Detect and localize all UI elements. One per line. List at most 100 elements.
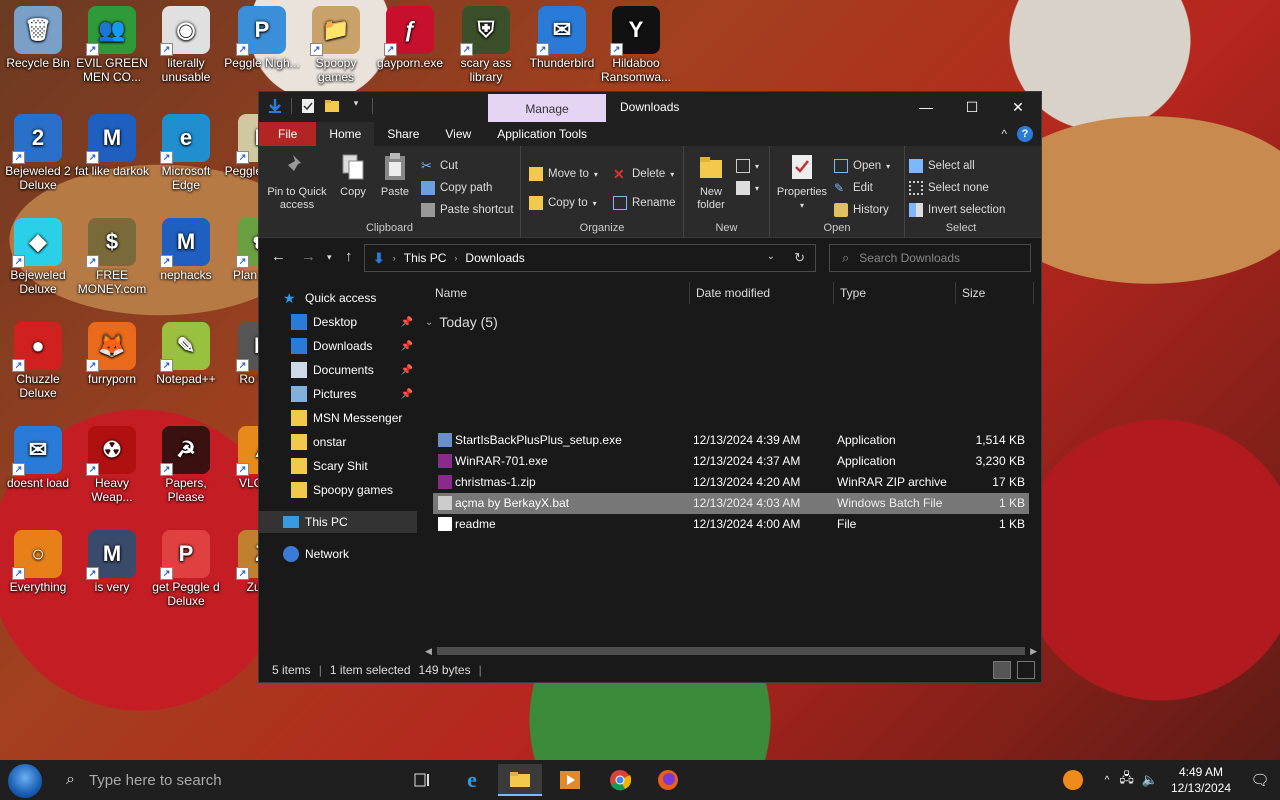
nav-item-spoopy-games[interactable]: Spoopy games [259, 479, 417, 501]
desktop-icon[interactable]: 🗑 Recycle Bin [0, 6, 76, 70]
breadcrumb-downloads[interactable]: Downloads [465, 251, 524, 265]
select-all-button[interactable]: Select all [909, 157, 975, 175]
nav-item-msn-messenger[interactable]: MSN Messenger [259, 407, 417, 429]
desktop-icon[interactable]: Mnephacks [148, 218, 224, 282]
tab-file[interactable]: File [259, 122, 317, 146]
taskbar-search[interactable]: ⌕ Type here to search [56, 760, 396, 800]
large-icons-view-icon[interactable] [1017, 661, 1035, 679]
desktop-icon[interactable]: Mis very [74, 530, 150, 594]
desktop-icon[interactable]: Mfat like darkok [74, 114, 150, 178]
chrome-icon[interactable] [598, 764, 642, 796]
column-name[interactable]: Name [421, 282, 690, 304]
title-bar[interactable]: ▾ Manage Downloads — ☐ ✕ [259, 92, 1041, 122]
desktop-icon[interactable]: ⛨scary ass library [448, 6, 524, 84]
desktop-icon[interactable]: YHildaboo Ransomwa... [598, 6, 674, 84]
scroll-right-icon[interactable]: ▶ [1030, 643, 1037, 659]
history-button[interactable]: History [834, 201, 889, 219]
desktop-icon[interactable]: eMicrosoft Edge [148, 114, 224, 192]
scroll-thumb[interactable] [437, 647, 1025, 655]
volume-icon[interactable]: 🔈 [1142, 772, 1158, 788]
recent-locations-icon[interactable]: ▾ [327, 252, 332, 263]
search-input[interactable]: ⌕ Search Downloads [829, 244, 1031, 272]
help-icon[interactable]: ? [1017, 126, 1033, 142]
copy-to-button[interactable]: Copy to ▾ [529, 194, 597, 212]
refresh-icon[interactable]: ↻ [794, 250, 805, 266]
desktop-icon[interactable]: ✉Thunderbird [524, 6, 600, 70]
new-folder-icon[interactable] [324, 98, 340, 114]
desktop-icon[interactable]: ✎Notepad++ [148, 322, 224, 386]
file-row[interactable]: StartIsBackPlusPlus_setup.exe 12/13/2024 … [433, 430, 1029, 451]
address-bar[interactable]: ⬇ › This PC › Downloads ⌄ ↻ [364, 244, 816, 272]
down-arrow-icon[interactable] [267, 98, 283, 114]
orange-tray-icon[interactable] [1062, 770, 1083, 790]
group-header-today[interactable]: ⌄ Today (5) [425, 314, 498, 330]
pin-to-quick-access-button[interactable]: Pin to Quick access [265, 152, 329, 212]
open-button[interactable]: Open ▾ [834, 157, 890, 175]
task-view-icon[interactable] [400, 764, 444, 796]
column-size[interactable]: Size [956, 282, 1034, 304]
file-row[interactable]: christmas-1.zip 12/13/2024 4:20 AM WinRAR … [433, 472, 1029, 493]
desktop-icon[interactable]: ◉literally unusable [148, 6, 224, 84]
paste-button[interactable]: Paste [375, 152, 415, 199]
desktop-icon[interactable]: ✉doesnt load [0, 426, 76, 490]
nav-item-desktop[interactable]: Desktop 📌 [259, 311, 417, 333]
minimize-button[interactable]: — [903, 92, 949, 122]
desktop-icon[interactable]: ●Chuzzle Deluxe [0, 322, 76, 400]
manage-tab[interactable]: Manage [488, 94, 606, 122]
desktop-icon[interactable]: 2Bejeweled 2 Deluxe [0, 114, 76, 192]
properties-button[interactable]: Properties ▾ [774, 152, 830, 212]
file-explorer-taskbar-icon[interactable] [498, 764, 542, 796]
desktop-icon[interactable]: ƒgayporn.exe [372, 6, 448, 70]
desktop-icon[interactable]: PPeggle Nigh... [224, 6, 300, 70]
nav-quick-access[interactable]: ★ Quick access [259, 287, 417, 309]
desktop-icon[interactable]: 👥EVIL GREEN MEN CO... [74, 6, 150, 84]
nav-item-onstar[interactable]: onstar [259, 431, 417, 453]
easy-access-button[interactable]: ▾ [736, 179, 759, 197]
scroll-left-icon[interactable]: ◀ [425, 643, 432, 659]
show-hidden-icons[interactable]: ^ [1105, 775, 1110, 786]
nav-this-pc[interactable]: This PC [259, 511, 417, 533]
desktop-icon[interactable]: ◆Bejeweled Deluxe [0, 218, 76, 296]
desktop-icon[interactable]: ☢Heavy Weap... [74, 426, 150, 504]
address-dropdown-icon[interactable]: ⌄ [767, 251, 775, 262]
file-row[interactable]: readme 12/13/2024 4:00 AM File 1 KB [433, 514, 1029, 535]
paste-shortcut-button[interactable]: Paste shortcut [421, 201, 514, 219]
desktop-icon[interactable]: 📁Spoopy games [298, 6, 374, 84]
file-row[interactable]: WinRAR-701.exe 12/13/2024 4:37 AM Applicat… [433, 451, 1029, 472]
firefox-icon[interactable] [646, 764, 690, 796]
network-icon[interactable]: 🖧 [1119, 769, 1134, 791]
desktop-icon[interactable]: Pget Peggle d Deluxe [148, 530, 224, 608]
breadcrumb-this-pc[interactable]: This PC [404, 251, 447, 265]
properties-check-icon[interactable] [300, 98, 316, 114]
start-button[interactable] [8, 764, 42, 798]
notification-icon[interactable]: 🗨 [1240, 771, 1280, 789]
select-none-button[interactable]: Select none [909, 179, 989, 197]
back-arrow-icon[interactable]: ← [271, 248, 286, 265]
file-row[interactable]: açma by BerkayX.bat 12/13/2024 4:03 AM Win… [433, 493, 1029, 514]
desktop-icon[interactable]: ☭Papers, Please [148, 426, 224, 504]
tab-share[interactable]: Share [374, 122, 432, 146]
horizontal-scrollbar[interactable]: ◀ ▶ [421, 643, 1041, 659]
column-type[interactable]: Type [834, 282, 956, 304]
cut-button[interactable]: ✂ Cut [421, 157, 458, 175]
forward-arrow-icon[interactable]: → [301, 248, 316, 265]
new-item-button[interactable]: ▾ [736, 157, 759, 175]
desktop-icon[interactable]: 🦊furryporn [74, 322, 150, 386]
copy-button[interactable]: Copy [333, 152, 373, 199]
invert-selection-button[interactable]: Invert selection [909, 201, 1005, 219]
nav-item-documents[interactable]: Documents 📌 [259, 359, 417, 381]
details-view-icon[interactable] [993, 661, 1011, 679]
internet-explorer-icon[interactable]: e [450, 764, 494, 796]
desktop-icon[interactable]: ○Everything [0, 530, 76, 594]
media-player-icon[interactable] [548, 764, 592, 796]
new-folder-button[interactable]: New folder [690, 152, 732, 212]
collapse-ribbon-icon[interactable]: ^ [1001, 127, 1007, 141]
nav-item-scary-shit[interactable]: Scary Shit [259, 455, 417, 477]
clock[interactable]: 4:49 AM 12/13/2024 [1162, 764, 1240, 796]
tab-application-tools[interactable]: Application Tools [484, 122, 600, 146]
rename-button[interactable]: Rename [613, 194, 675, 212]
tab-home[interactable]: Home [316, 122, 375, 146]
edit-button[interactable]: ✎ Edit [834, 179, 873, 197]
copy-path-button[interactable]: Copy path [421, 179, 492, 197]
nav-item-downloads[interactable]: Downloads 📌 [259, 335, 417, 357]
